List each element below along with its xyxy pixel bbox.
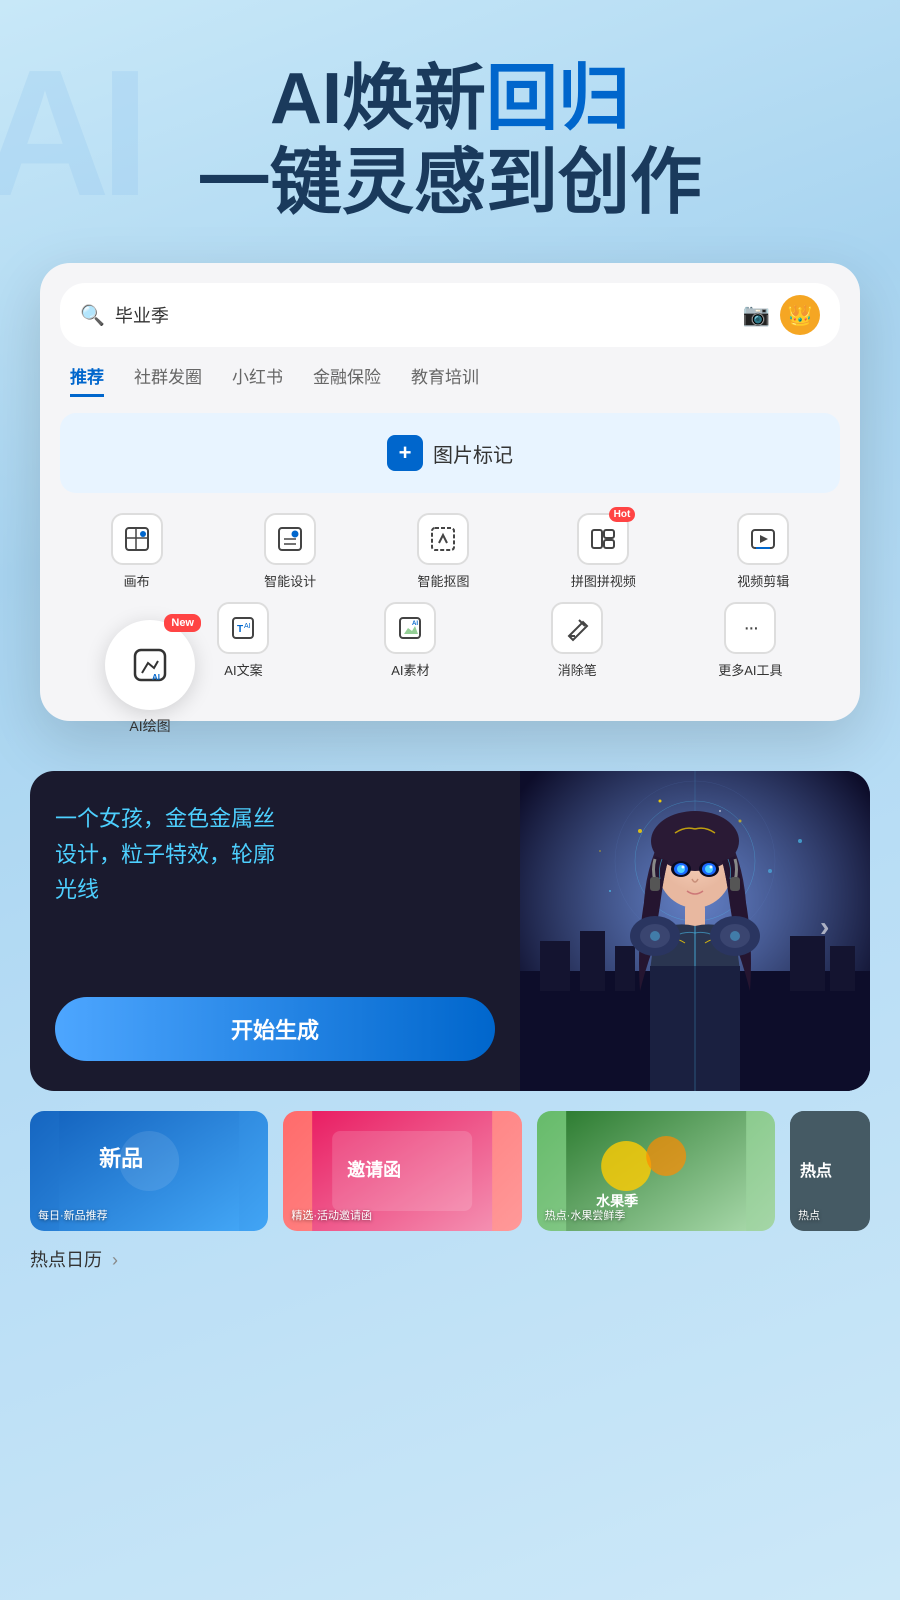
hot-badge: Hot [609, 507, 636, 522]
video-edit-icon [737, 513, 789, 565]
tab-social[interactable]: 社群发圈 [134, 363, 202, 397]
tool-ai-copy[interactable]: T AI AI文案 [217, 602, 269, 679]
camera-icon[interactable]: 📷 [743, 302, 770, 328]
collage-video-label: 拼图拼视频 [571, 571, 636, 590]
app-card: 🔍 毕业季 📷 👑 推荐 社群发圈 小红书 金融保险 教育培训 + 图片标记 [40, 263, 860, 721]
svg-text:热点: 热点 [800, 1161, 832, 1180]
eraser-icon [551, 602, 603, 654]
ai-drawing-float[interactable]: New AI AI绘图 [105, 620, 195, 736]
thumbnail-2-label: 精选·活动邀请函 [291, 1207, 513, 1223]
tool-collage-video[interactable]: Hot 拼图拼视频 [571, 513, 636, 590]
new-badge: New [164, 614, 201, 632]
svg-text:AI: AI [412, 621, 418, 627]
tool-more-ai[interactable]: ··· 更多AI工具 [718, 602, 782, 679]
start-generate-button[interactable]: 开始生成 [55, 997, 495, 1061]
svg-text:AI: AI [244, 623, 251, 630]
ai-drawing-circle[interactable]: New AI [105, 620, 195, 710]
search-input[interactable]: 毕业季 [115, 302, 733, 328]
tool-eraser[interactable]: 消除笔 [551, 602, 603, 679]
smart-cutout-label: 智能抠图 [417, 571, 469, 590]
collage-video-icon: Hot [577, 513, 629, 565]
plus-button[interactable]: + [387, 435, 423, 471]
hot-section: 热点日历 › [0, 1231, 900, 1272]
ai-generation-card: 一个女孩，金色金属丝设计，粒子特效，轮廓光线 开始生成 [30, 771, 870, 1091]
banner-text: 图片标记 [433, 439, 513, 468]
tool-video-edit[interactable]: 视频剪辑 [737, 513, 789, 590]
arrow-right-icon: › [112, 1250, 118, 1270]
dark-card-left: 一个女孩，金色金属丝设计，粒子特效，轮廓光线 开始生成 [30, 771, 520, 1091]
tab-recommend[interactable]: 推荐 [70, 363, 104, 397]
thumbnail-4-label: 热点 [798, 1207, 862, 1223]
hero-highlight: 回归 [486, 59, 630, 139]
canvas-icon [111, 513, 163, 565]
thumbnail-2[interactable]: 邀请函 精选·活动邀请函 [283, 1111, 521, 1231]
tool-grid-row1: 画布 智能设计 [60, 513, 840, 590]
ai-description-text: 一个女孩，金色金属丝设计，粒子特效，轮廓光线 [55, 801, 495, 907]
tool-smart-design[interactable]: 智能设计 [264, 513, 316, 590]
tab-finance[interactable]: 金融保险 [313, 363, 381, 397]
dark-card-right: › [520, 771, 870, 1091]
svg-text:新品: 新品 [99, 1146, 143, 1171]
ai-drawing-label: AI绘图 [129, 716, 170, 736]
thumbnail-1-label: 每日·新品推荐 [38, 1207, 260, 1223]
anime-girl-image: › [520, 771, 870, 1091]
hero-title-line2: 一键灵感到创作 [0, 144, 900, 223]
smart-cutout-icon [417, 513, 469, 565]
banner-area[interactable]: + 图片标记 [60, 413, 840, 493]
thumbnail-4[interactable]: 热点 热点 [790, 1111, 870, 1231]
tool-ai-material[interactable]: AI AI素材 [384, 602, 436, 679]
ai-material-label: AI素材 [391, 660, 429, 679]
tab-xiaohongshu[interactable]: 小红书 [232, 363, 283, 397]
smart-design-label: 智能设计 [264, 571, 316, 590]
search-icon: 🔍 [80, 303, 105, 328]
ai-copy-icon: T AI [217, 602, 269, 654]
tab-education[interactable]: 教育培训 [411, 363, 479, 397]
ai-material-icon: AI [384, 602, 436, 654]
nav-tabs: 推荐 社群发圈 小红书 金融保险 教育培训 [60, 363, 840, 397]
hero-section: AI焕新回归 一键灵感到创作 [0, 0, 900, 223]
crown-icon[interactable]: 👑 [780, 295, 820, 335]
canvas-label: 画布 [124, 571, 150, 590]
svg-text:邀请函: 邀请函 [347, 1159, 401, 1180]
more-ai-icon: ··· [724, 602, 776, 654]
svg-text:T: T [237, 624, 243, 635]
search-bar[interactable]: 🔍 毕业季 📷 👑 [60, 283, 840, 347]
hero-text-part1: AI焕新 [270, 59, 486, 139]
hero-title-line1: AI焕新回归 [0, 60, 900, 139]
svg-text:AI: AI [152, 673, 160, 682]
thumbnail-3[interactable]: 水果季 热点·水果尝鲜季 [537, 1111, 775, 1231]
svg-text:›: › [820, 911, 829, 942]
tool-canvas[interactable]: 画布 [111, 513, 163, 590]
video-edit-label: 视频剪辑 [737, 571, 789, 590]
thumbnails-section: 新品 每日·新品推荐 邀请函 精选·活动邀请函 [0, 1091, 900, 1231]
thumbnail-3-label: 热点·水果尝鲜季 [545, 1207, 767, 1223]
ai-copy-label: AI文案 [224, 660, 262, 679]
thumbnail-1[interactable]: 新品 每日·新品推荐 [30, 1111, 268, 1231]
app-card-wrapper: 🔍 毕业季 📷 👑 推荐 社群发圈 小红书 金融保险 教育培训 + 图片标记 [0, 263, 900, 721]
more-ai-label: 更多AI工具 [718, 660, 782, 679]
smart-design-icon [264, 513, 316, 565]
hot-calendar-link[interactable]: 热点日历 › [30, 1250, 118, 1270]
tool-smart-cutout[interactable]: 智能抠图 [417, 513, 469, 590]
eraser-label: 消除笔 [558, 660, 597, 679]
